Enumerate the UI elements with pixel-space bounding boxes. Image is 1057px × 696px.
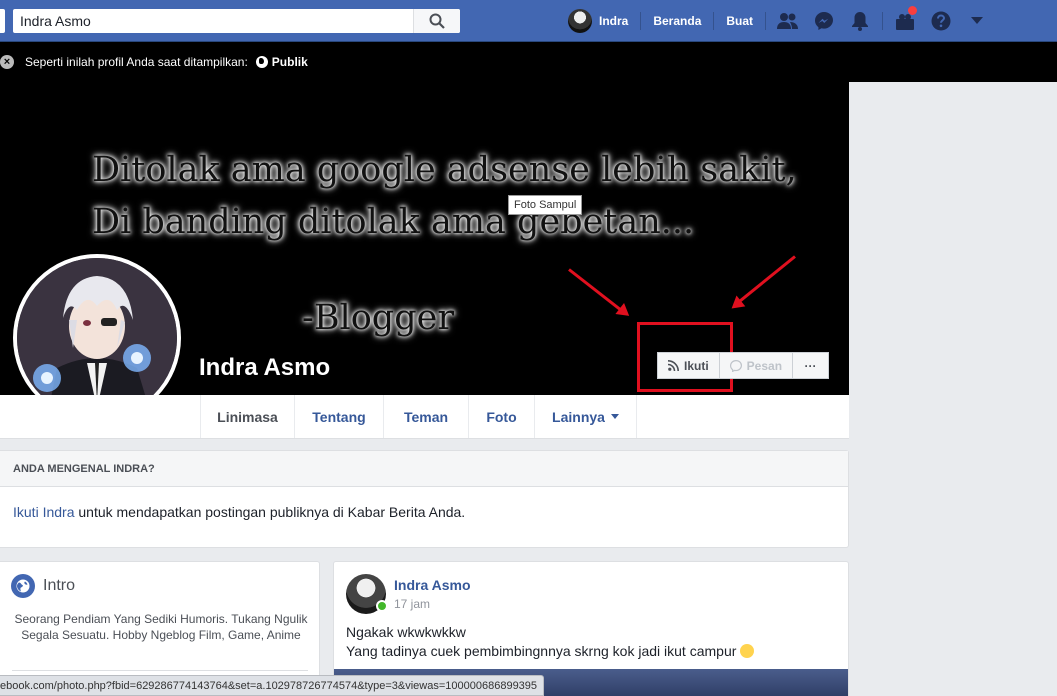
search-box <box>13 9 460 33</box>
post-author-name[interactable]: Indra Asmo <box>394 577 471 593</box>
cover-quote-line: Di banding ditolak ama gebetan... <box>92 202 695 242</box>
more-options-button[interactable]: ··· <box>792 352 830 379</box>
tab-timeline[interactable]: Linimasa <box>200 395 295 438</box>
intro-bio: Seorang Pendiam Yang Sediki Humoris. Tuk… <box>14 612 308 642</box>
anime-avatar-illustration <box>17 258 177 418</box>
post-text-line: Yang tadinya cuek pembimbingnnya skrng k… <box>346 642 755 661</box>
facebook-logo-icon[interactable] <box>0 9 5 33</box>
nav-avatar[interactable] <box>568 9 592 33</box>
follow-label: Ikuti <box>684 358 709 373</box>
notification-badge <box>908 6 918 15</box>
nav-divider <box>882 12 884 30</box>
audience-selector[interactable]: Publik <box>255 55 308 69</box>
nav-right-group: Indra Beranda Buat <box>568 0 995 42</box>
nav-profile-link[interactable]: Indra <box>599 14 628 28</box>
nav-home-link[interactable]: Beranda <box>653 14 701 28</box>
annotation-arrow <box>568 268 627 316</box>
view-as-banner: × Seperti inilah profil Anda saat ditamp… <box>0 42 1057 82</box>
globe-intro-icon <box>11 574 35 598</box>
nav-divider <box>640 12 642 30</box>
profile-action-buttons: Ikuti Pesan ··· <box>657 352 830 379</box>
do-you-know-heading: ANDA MENGENAL INDRA? <box>0 451 848 487</box>
nav-divider <box>765 12 767 30</box>
intro-title: Intro <box>43 577 76 594</box>
message-label: Pesan <box>746 358 783 373</box>
annotation-arrow <box>733 255 796 307</box>
intro-header: Intro <box>11 574 75 598</box>
notifications-bell-icon[interactable] <box>842 0 878 42</box>
globe-icon <box>255 56 268 68</box>
tab-label: Teman <box>403 408 449 425</box>
post-text-line-content: Yang tadinya cuek pembimbingnnya skrng k… <box>346 643 737 659</box>
cover-photo-tooltip: Foto Sampul <box>508 195 583 215</box>
friend-requests-icon[interactable] <box>770 0 806 42</box>
cover-signature-text: -Blogger <box>302 298 455 338</box>
tab-label: Foto <box>486 408 517 425</box>
messenger-small-icon <box>729 359 742 372</box>
follow-user-link[interactable]: Ikuti Indra <box>13 504 74 520</box>
right-column <box>849 82 1057 696</box>
do-you-know-card: ANDA MENGENAL INDRA? Ikuti Indra untuk m… <box>0 450 849 548</box>
tab-photos[interactable]: Foto <box>469 395 535 438</box>
tab-more[interactable]: Lainnya <box>535 395 637 438</box>
nav-create-link[interactable]: Buat <box>726 14 753 28</box>
help-question-icon[interactable] <box>923 0 959 42</box>
post-timestamp[interactable]: 17 jam <box>394 597 430 611</box>
emoji-icon <box>740 644 755 658</box>
quick-help-people-icon[interactable] <box>887 0 923 42</box>
search-icon <box>429 13 445 29</box>
tab-label: Lainnya <box>552 408 605 425</box>
account-menu-chevron-icon[interactable] <box>959 0 995 42</box>
tab-friends[interactable]: Teman <box>384 395 469 438</box>
cover-quote-text: Ditolak ama google adsense lebih sakit, … <box>92 144 797 248</box>
cover-quote-line: Ditolak ama google adsense lebih sakit, <box>92 150 797 190</box>
do-you-know-body: Ikuti Indra untuk mendapatkan postingan … <box>0 487 848 520</box>
tab-label: Tentang <box>312 408 366 425</box>
messenger-icon[interactable] <box>806 0 842 42</box>
tab-about[interactable]: Tentang <box>295 395 384 438</box>
profile-name[interactable]: Indra Asmo <box>199 354 330 382</box>
browser-status-url: ebook.com/photo.php?fbid=629286774143764… <box>0 675 545 696</box>
intro-divider <box>12 670 308 671</box>
message-button[interactable]: Pesan <box>718 352 794 379</box>
audience-label: Publik <box>271 55 308 69</box>
online-status-indicator <box>376 600 388 612</box>
close-preview-icon[interactable]: × <box>0 55 14 69</box>
profile-picture-image <box>17 258 177 418</box>
caret-down-icon <box>610 414 619 419</box>
tab-label: Linimasa <box>217 408 278 425</box>
post-text: Ngakak wkwkwkkw Yang tadinya cuek pembim… <box>346 623 755 661</box>
search-button[interactable] <box>413 9 460 33</box>
follow-button[interactable]: Ikuti <box>657 352 720 379</box>
do-you-know-text: untuk mendapatkan postingan publiknya di… <box>74 504 466 520</box>
top-navigation-bar: Indra Beranda Buat <box>0 0 1057 42</box>
nav-divider <box>713 12 715 30</box>
profile-tabs: Linimasa Tentang Teman Foto Lainnya <box>0 395 849 439</box>
view-as-text: Seperti inilah profil Anda saat ditampil… <box>25 55 248 69</box>
rss-follow-icon <box>668 360 679 371</box>
post-text-line: Ngakak wkwkwkkw <box>346 624 466 640</box>
more-dots-icon: ··· <box>804 358 817 373</box>
search-input[interactable] <box>13 9 413 33</box>
